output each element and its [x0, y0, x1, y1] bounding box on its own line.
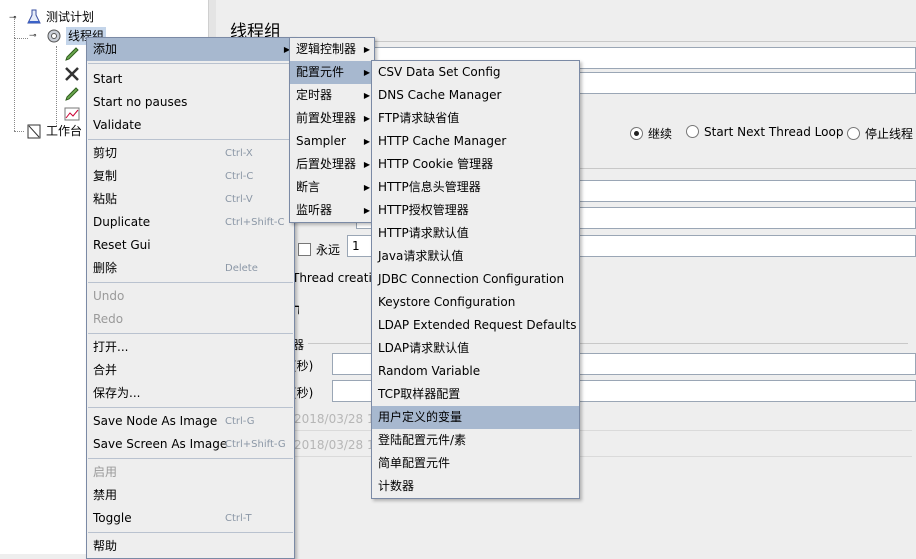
pencil-icon: [64, 86, 80, 102]
menu-separator: [88, 139, 293, 140]
submenu-arrow-icon: ▶: [363, 91, 370, 100]
delay-label: (秒): [292, 386, 314, 400]
menu-item-copy[interactable]: 复制 Ctrl-C: [87, 165, 294, 188]
menu-item-tcp-sampler-config[interactable]: TCP取样器配置: [372, 383, 579, 406]
radio-start-next-loop[interactable]: Start Next Thread Loop: [686, 125, 843, 139]
menu-item-save-screen-image[interactable]: Save Screen As Image Ctrl+Shift-G: [87, 433, 294, 456]
menu-item-save-node-image[interactable]: Save Node As Image Ctrl-G: [87, 410, 294, 433]
config-element-submenu: CSV Data Set Config DNS Cache Manager FT…: [371, 60, 580, 499]
forever-checkbox[interactable]: 永远: [298, 241, 340, 258]
menu-item-duplicate[interactable]: Duplicate Ctrl+Shift-C: [87, 211, 294, 234]
thread-creation-label: Thread creatio: [292, 271, 380, 285]
menu-item-sampler[interactable]: Sampler ▶: [290, 130, 374, 153]
end-time-field[interactable]: 2018/03/28 14: [294, 438, 382, 452]
graph-icon: [64, 106, 80, 122]
menu-item-save-as[interactable]: 保存为...: [87, 382, 294, 405]
menu-item-login-config[interactable]: 登陆配置元件/素: [372, 429, 579, 452]
menu-item-paste[interactable]: 粘贴 Ctrl-V: [87, 188, 294, 211]
workbench-icon: [26, 123, 42, 139]
menu-item-logic-controller[interactable]: 逻辑控制器 ▶: [290, 38, 374, 61]
menu-item-http-cache[interactable]: HTTP Cache Manager: [372, 130, 579, 153]
menu-item-keystore-config[interactable]: Keystore Configuration: [372, 291, 579, 314]
menu-item-http-auth[interactable]: HTTP授权管理器: [372, 199, 579, 222]
menu-separator: [88, 282, 293, 283]
submenu-arrow-icon: ▶: [363, 114, 370, 123]
gear-icon: [46, 28, 62, 44]
menu-item-start[interactable]: Start: [87, 68, 294, 91]
menu-item-merge[interactable]: 合并: [87, 359, 294, 382]
duration-label: (秒): [292, 359, 314, 373]
submenu-arrow-icon: ▶: [363, 137, 370, 146]
menu-item-post-processor[interactable]: 后置处理器 ▶: [290, 153, 374, 176]
menu-item-counter[interactable]: 计数器: [372, 475, 579, 498]
menu-item-ldap-extended[interactable]: LDAP Extended Request Defaults: [372, 314, 579, 337]
add-submenu: 逻辑控制器 ▶ 配置元件 ▶ 定时器 ▶ 前置处理器 ▶ Sampler ▶ 后置处理器 ▶…: [289, 37, 375, 223]
menu-item-undo: Undo: [93, 289, 125, 303]
menu-item-http-defaults[interactable]: HTTP请求默认值: [372, 222, 579, 245]
menu-item-config-element[interactable]: 配置元件 ▶: [290, 61, 374, 84]
menu-item-http-cookie[interactable]: HTTP Cookie 管理器: [372, 153, 579, 176]
menu-item-jdbc-config[interactable]: JDBC Connection Configuration: [372, 268, 579, 291]
radio-stop-button[interactable]: [847, 127, 860, 140]
forever-checkbox-box[interactable]: [298, 243, 311, 256]
menu-item-timer[interactable]: 定时器 ▶: [290, 84, 374, 107]
menu-item-simple-config[interactable]: 简单配置元件: [372, 452, 579, 475]
submenu-arrow-icon: ▶: [363, 68, 370, 77]
menu-separator: [88, 333, 293, 334]
submenu-arrow-icon: ▶: [363, 206, 370, 215]
menu-item-add[interactable]: 添加 ▶: [87, 38, 294, 61]
menu-item-ldap-defaults[interactable]: LDAP请求默认值: [372, 337, 579, 360]
menu-item-assertion[interactable]: 断言 ▶: [290, 176, 374, 199]
menu-item-validate[interactable]: Validate: [87, 114, 294, 137]
menu-item-cut[interactable]: 剪切 Ctrl-X: [87, 142, 294, 165]
menu-item-java-defaults[interactable]: Java请求默认值: [372, 245, 579, 268]
radio-continue-button[interactable]: [630, 127, 643, 140]
menu-item-listener[interactable]: 监听器 ▶: [290, 199, 374, 222]
pencil-icon: [64, 46, 80, 62]
radio-continue[interactable]: 继续: [630, 125, 672, 142]
menu-item-toggle[interactable]: Toggle Ctrl-T: [87, 507, 294, 530]
menu-separator: [88, 407, 293, 408]
expand-toggle-icon[interactable]: ⊸: [29, 31, 37, 41]
tree-node-workbench[interactable]: 工作台: [46, 122, 82, 140]
menu-item-reset-gui[interactable]: Reset Gui: [87, 234, 294, 257]
expand-toggle-icon[interactable]: ⊸: [9, 13, 17, 23]
menu-item-ftp-defaults[interactable]: FTP请求缺省值: [372, 107, 579, 130]
context-menu: 添加 ▶ Start Start no pauses Validate 剪切 Ctr…: [86, 37, 295, 559]
submenu-arrow-icon: ▶: [363, 160, 370, 169]
menu-item-pre-processor[interactable]: 前置处理器 ▶: [290, 107, 374, 130]
menu-item-delete[interactable]: 删除 Delete: [87, 257, 294, 280]
radio-next-loop-button[interactable]: [686, 125, 699, 138]
menu-item-disable[interactable]: 禁用: [87, 484, 294, 507]
menu-item-dns-cache[interactable]: DNS Cache Manager: [372, 84, 579, 107]
menu-separator: [88, 532, 293, 533]
menu-item-redo: Redo: [93, 312, 124, 326]
menu-item-random-variable[interactable]: Random Variable: [372, 360, 579, 383]
menu-item-enable: 启用: [93, 465, 118, 479]
start-time-field[interactable]: 2018/03/28 14: [294, 412, 382, 426]
menu-separator: [88, 63, 293, 64]
menu-item-help[interactable]: 帮助: [87, 535, 294, 558]
menu-separator: [88, 458, 293, 459]
submenu-arrow-icon: ▶: [363, 183, 370, 192]
menu-item-http-header[interactable]: HTTP信息头管理器: [372, 176, 579, 199]
radio-stop-thread[interactable]: 停止线程: [847, 125, 913, 142]
menu-item-open[interactable]: 打开...: [87, 336, 294, 359]
menu-item-csv-data-set[interactable]: CSV Data Set Config: [372, 61, 579, 84]
tree-node-test-plan[interactable]: 测试计划: [46, 8, 94, 26]
flask-icon: [26, 9, 42, 25]
menu-item-start-no-pauses[interactable]: Start no pauses: [87, 91, 294, 114]
menu-item-user-defined-variables[interactable]: 用户定义的变量: [372, 406, 579, 429]
tools-icon: [64, 66, 80, 82]
submenu-arrow-icon: ▶: [363, 45, 370, 54]
